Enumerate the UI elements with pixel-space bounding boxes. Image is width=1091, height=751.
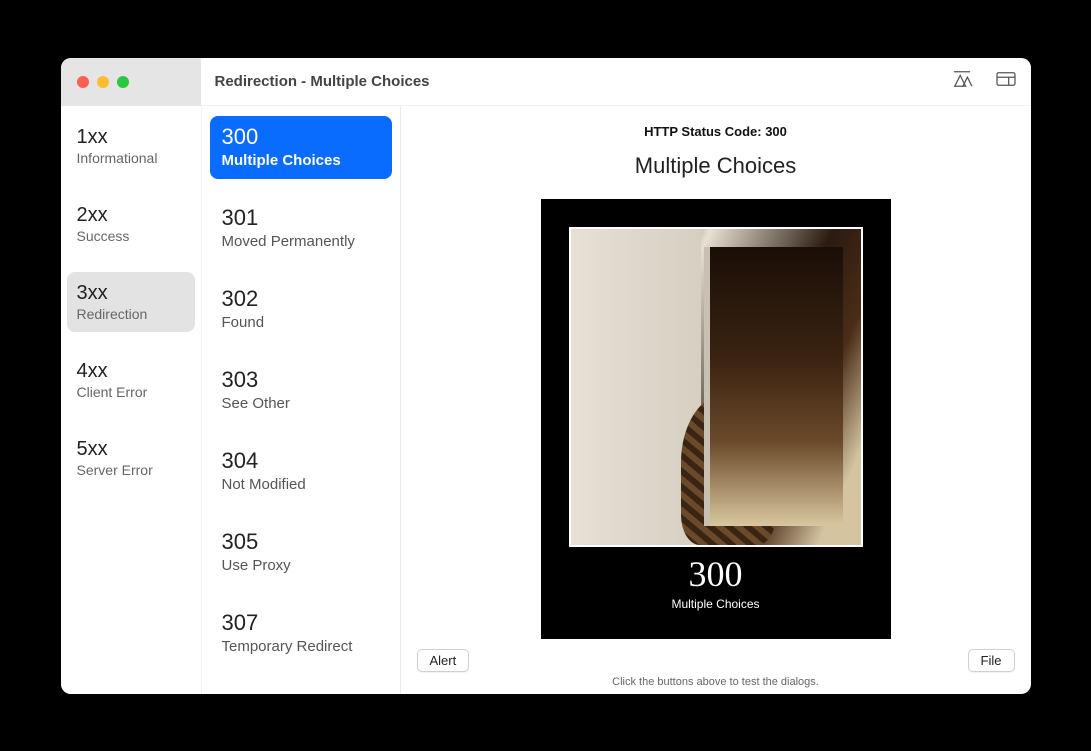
status-code: 305 xyxy=(222,529,380,555)
detail-pane: HTTP Status Code: 300 Multiple Choices 3… xyxy=(401,106,1031,694)
category-code: 5xx xyxy=(77,438,185,461)
status-label: Multiple Choices xyxy=(222,152,380,169)
button-bar: Alert File xyxy=(401,641,1031,676)
category-code: 3xx xyxy=(77,282,185,305)
category-item-5xx[interactable]: 5xx Server Error xyxy=(67,428,195,488)
category-label: Informational xyxy=(77,150,185,166)
status-label: Use Proxy xyxy=(222,557,380,574)
inspector-icon[interactable] xyxy=(951,70,973,93)
category-label: Client Error xyxy=(77,384,185,400)
category-label: Redirection xyxy=(77,306,185,322)
status-poster: 300 Multiple Choices xyxy=(541,199,891,639)
status-code: 302 xyxy=(222,286,380,312)
app-window: Redirection - Multiple Choices 1xx Infor… xyxy=(61,58,1031,694)
status-item-303[interactable]: 303 See Other xyxy=(210,359,392,422)
toolbar-icons xyxy=(951,70,1017,93)
hint-text: Click the buttons above to test the dial… xyxy=(401,676,1031,694)
poster-cat-1 xyxy=(740,279,820,389)
zoom-window-button[interactable] xyxy=(117,76,129,88)
status-item-304[interactable]: 304 Not Modified xyxy=(210,440,392,503)
layout-icon[interactable] xyxy=(995,70,1017,93)
status-code: 300 xyxy=(222,124,380,150)
file-button[interactable]: File xyxy=(968,649,1015,672)
alert-button[interactable]: Alert xyxy=(417,649,470,672)
category-code: 4xx xyxy=(77,360,185,383)
status-code: 304 xyxy=(222,448,380,474)
status-item-302[interactable]: 302 Found xyxy=(210,278,392,341)
status-code: 301 xyxy=(222,205,380,231)
status-label: Moved Permanently xyxy=(222,233,380,250)
titlebar-content: Redirection - Multiple Choices xyxy=(201,58,1031,106)
status-label: Found xyxy=(222,314,380,331)
category-item-2xx[interactable]: 2xx Success xyxy=(67,194,195,254)
category-item-1xx[interactable]: 1xx Informational xyxy=(67,116,195,176)
image-area: 300 Multiple Choices xyxy=(401,199,1031,641)
category-item-4xx[interactable]: 4xx Client Error xyxy=(67,350,195,410)
detail-title: Multiple Choices xyxy=(401,153,1031,179)
status-label: See Other xyxy=(222,395,380,412)
content-body: 1xx Informational 2xx Success 3xx Redire… xyxy=(61,106,1031,694)
titlebar: Redirection - Multiple Choices xyxy=(61,58,1031,106)
detail-header: HTTP Status Code: 300 Multiple Choices xyxy=(401,106,1031,179)
status-label: Not Modified xyxy=(222,476,380,493)
close-window-button[interactable] xyxy=(77,76,89,88)
poster-image xyxy=(569,227,863,547)
minimize-window-button[interactable] xyxy=(97,76,109,88)
status-code: 307 xyxy=(222,610,380,636)
status-item-305[interactable]: 305 Use Proxy xyxy=(210,521,392,584)
status-item-301[interactable]: 301 Moved Permanently xyxy=(210,197,392,260)
poster-code: 300 xyxy=(689,553,743,595)
poster-label: Multiple Choices xyxy=(671,597,759,611)
status-item-300[interactable]: 300 Multiple Choices xyxy=(210,116,392,179)
status-item-307[interactable]: 307 Temporary Redirect xyxy=(210,602,392,665)
traffic-lights xyxy=(61,58,201,106)
poster-cat-2 xyxy=(681,395,776,545)
window-title: Redirection - Multiple Choices xyxy=(215,73,430,90)
status-code: 303 xyxy=(222,367,380,393)
category-label: Success xyxy=(77,228,185,244)
category-code: 2xx xyxy=(77,204,185,227)
category-code: 1xx xyxy=(77,126,185,149)
status-label: Temporary Redirect xyxy=(222,638,380,655)
category-label: Server Error xyxy=(77,462,185,478)
http-status-line: HTTP Status Code: 300 xyxy=(401,124,1031,139)
status-sidebar: 300 Multiple Choices 301 Moved Permanent… xyxy=(201,106,401,694)
category-sidebar: 1xx Informational 2xx Success 3xx Redire… xyxy=(61,106,201,694)
category-item-3xx[interactable]: 3xx Redirection xyxy=(67,272,195,332)
